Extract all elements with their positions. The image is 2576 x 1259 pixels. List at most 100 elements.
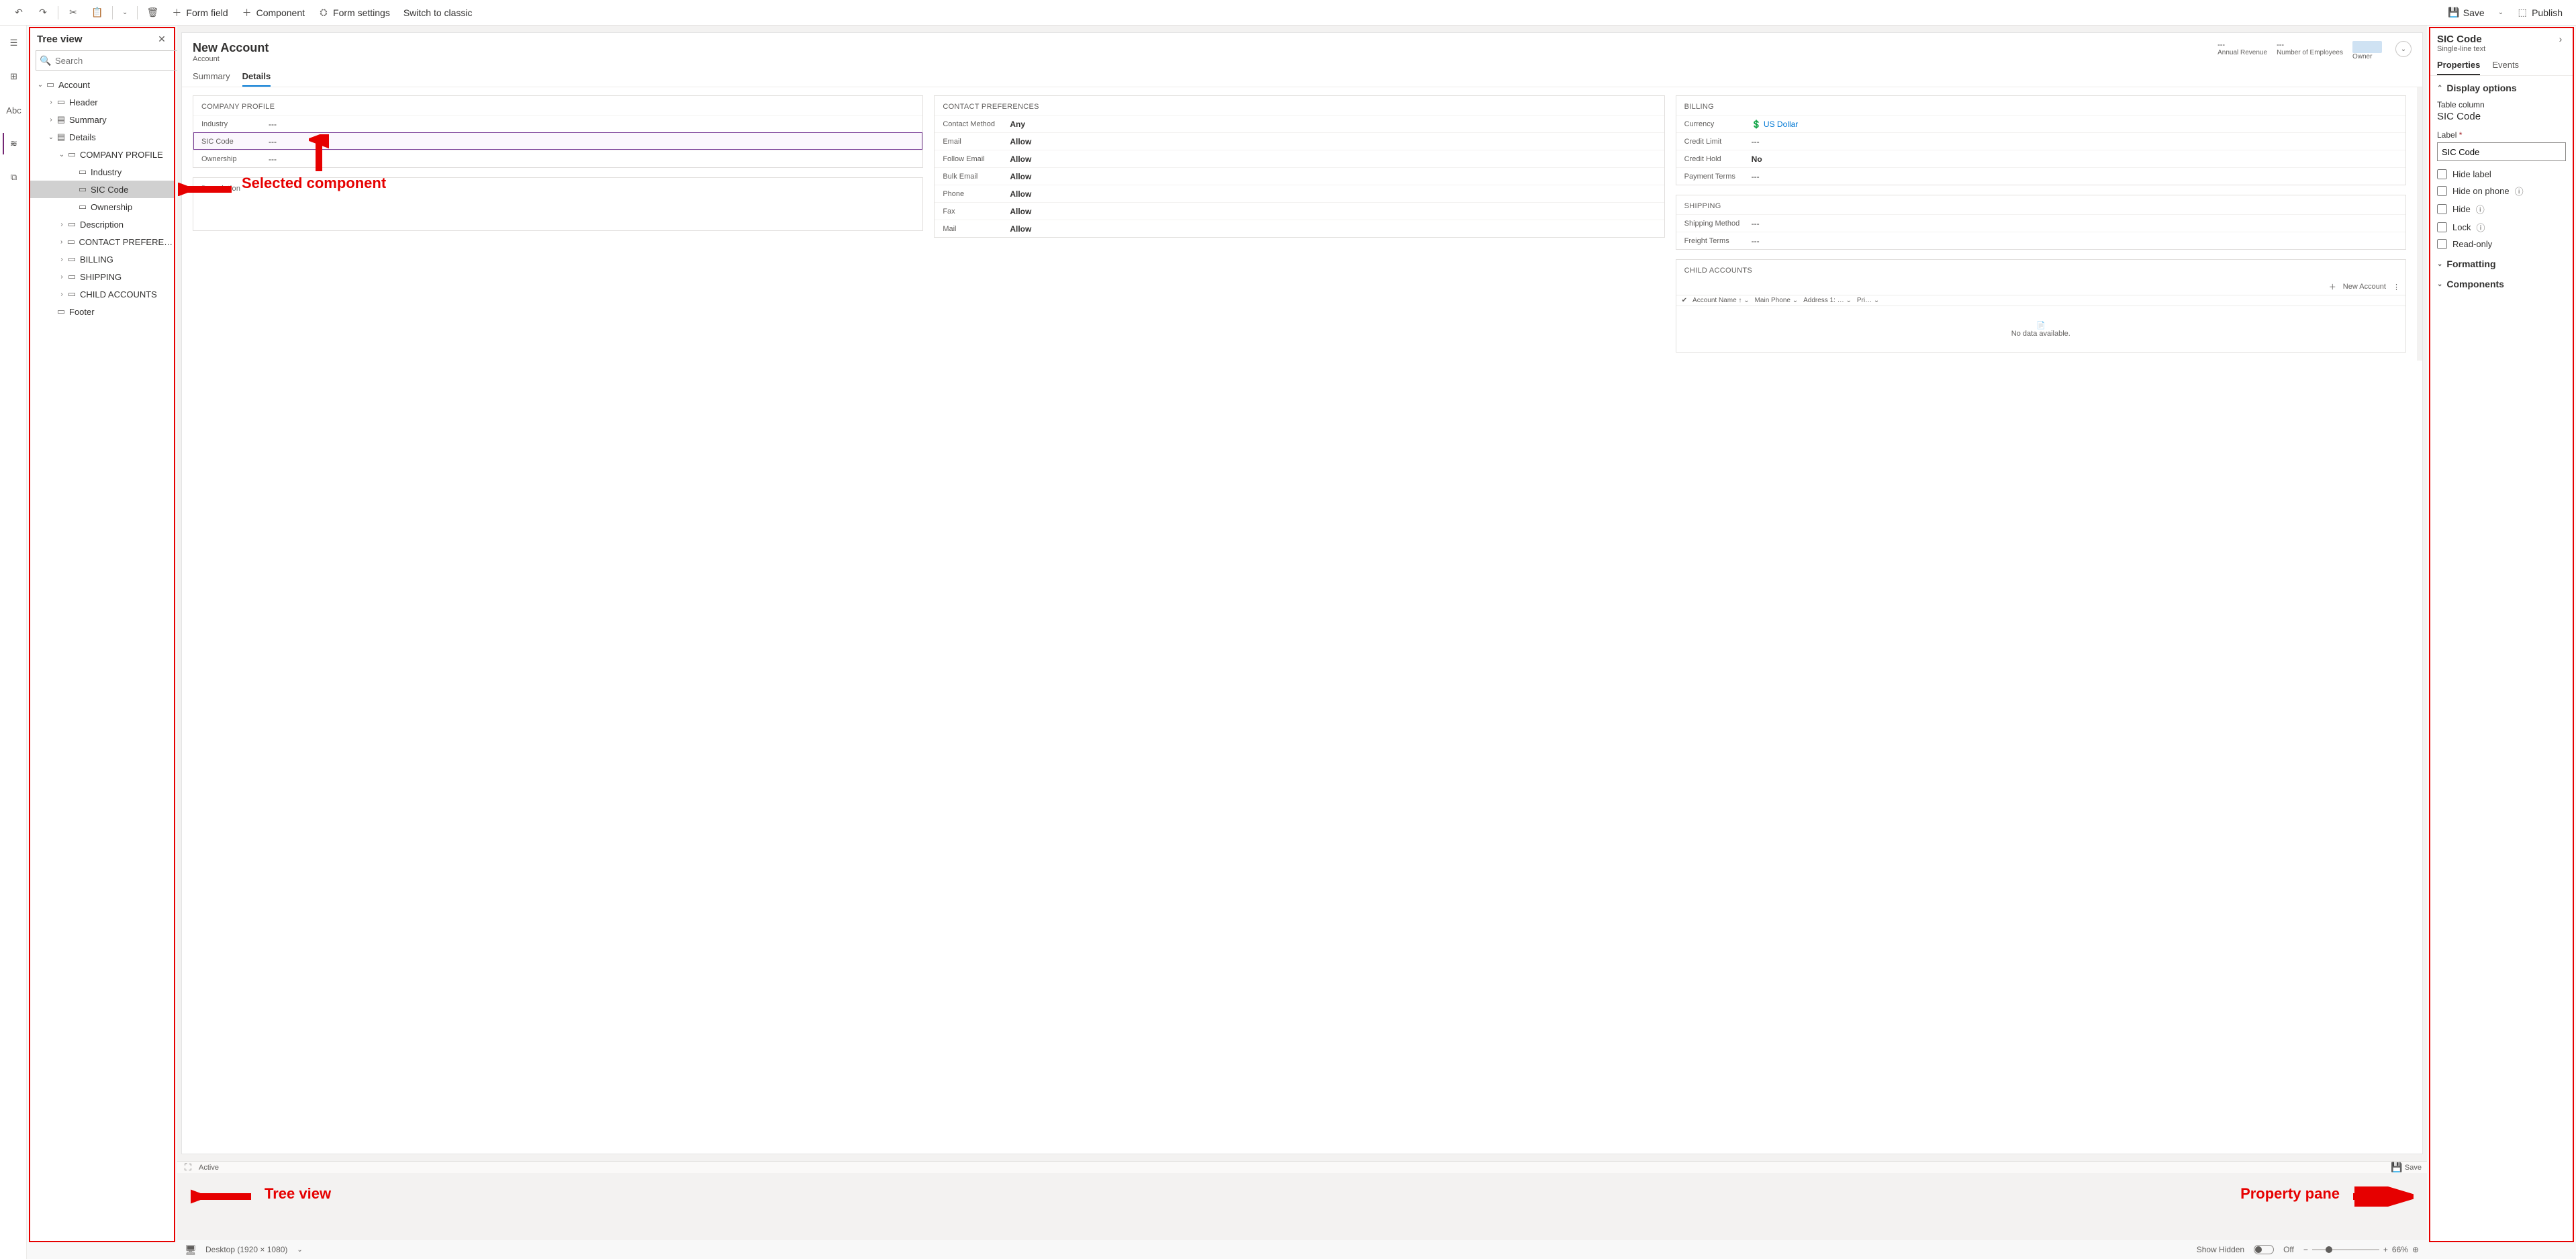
tree-item[interactable]: ›▭CHILD ACCOUNTS xyxy=(30,285,174,303)
column-header[interactable]: Address 1: … ⌄ xyxy=(1803,297,1852,304)
prop-checkbox-row[interactable]: Lockⓘ xyxy=(2430,218,2573,236)
info-icon[interactable]: ⓘ xyxy=(2476,221,2485,234)
tree-item[interactable]: ▭Industry xyxy=(30,163,174,181)
paste-button[interactable]: 📋 xyxy=(85,0,109,25)
section-billing[interactable]: BILLINGCurrency💲 US DollarCredit Limit--… xyxy=(1676,95,2406,185)
chevron-icon[interactable]: › xyxy=(57,238,66,246)
column-header[interactable]: Pri… ⌄ xyxy=(1857,297,1879,304)
tree-item[interactable]: ⌄▤Details xyxy=(30,128,174,146)
section-company-profile[interactable]: COMPANY PROFILEIndustry---SIC Code---Own… xyxy=(193,95,923,168)
section-display-options[interactable]: ⌃Display options xyxy=(2430,76,2573,96)
section-components[interactable]: ⌄Components xyxy=(2430,272,2573,292)
tree-search[interactable]: 🔍 xyxy=(36,50,178,71)
section-shipping[interactable]: SHIPPINGShipping Method---Freight Terms-… xyxy=(1676,195,2406,250)
chevron-icon[interactable]: › xyxy=(46,99,56,106)
chevron-icon[interactable]: ⌄ xyxy=(46,134,56,141)
publish-button[interactable]: ⬚Publish xyxy=(2510,0,2569,25)
paste-chevron[interactable]: ⌄ xyxy=(115,0,134,25)
cut-button[interactable]: ✂ xyxy=(61,0,85,25)
form-canvas[interactable]: New Account Account ---Annual Revenue---… xyxy=(181,32,2423,1154)
form-field[interactable]: Follow EmailAllow xyxy=(935,150,1664,167)
section-formatting[interactable]: ⌄Formatting xyxy=(2430,252,2573,272)
prop-checkbox-row[interactable]: Hide label xyxy=(2430,167,2573,182)
device-label[interactable]: Desktop (1920 × 1080) xyxy=(205,1245,287,1254)
save-button[interactable]: 💾Save xyxy=(2442,0,2491,25)
form-field[interactable]: Ownership--- xyxy=(193,150,922,167)
rail-other-icon[interactable]: ⧉ xyxy=(3,167,24,188)
section-contact-preferences[interactable]: CONTACT PREFERENCESContact MethodAnyEmai… xyxy=(934,95,1664,238)
chevron-icon[interactable]: › xyxy=(57,256,66,263)
form-tab[interactable]: Summary xyxy=(193,67,230,87)
zoom-out-button[interactable]: − xyxy=(2303,1245,2308,1254)
rail-hamburger[interactable]: ☰ xyxy=(3,32,24,54)
tree-item[interactable]: ›▭BILLING xyxy=(30,250,174,268)
tree-item[interactable]: ›▭CONTACT PREFEREN… xyxy=(30,233,174,250)
chevron-icon[interactable]: › xyxy=(57,273,66,281)
form-field[interactable]: Bulk EmailAllow xyxy=(935,167,1664,185)
tree-item[interactable]: ›▤Summary xyxy=(30,111,174,128)
label-input[interactable] xyxy=(2437,142,2566,161)
status-save[interactable]: Save xyxy=(2405,1164,2422,1172)
prop-tab[interactable]: Events xyxy=(2492,60,2519,75)
checkbox[interactable] xyxy=(2437,222,2447,232)
fit-icon[interactable]: ⊕ xyxy=(2412,1245,2419,1254)
form-settings-button[interactable]: ⛭Form settings xyxy=(312,0,397,25)
prop-checkbox-row[interactable]: Hide on phoneⓘ xyxy=(2430,182,2573,200)
section-child-accounts[interactable]: CHILD ACCOUNTS＋New Account⋮✔Account Name… xyxy=(1676,259,2406,353)
expand-icon[interactable]: › xyxy=(2555,34,2566,44)
form-field[interactable]: PhoneAllow xyxy=(935,185,1664,202)
chevron-icon[interactable]: › xyxy=(57,221,66,228)
form-field[interactable]: Industry--- xyxy=(193,115,922,132)
form-field[interactable]: Freight Terms--- xyxy=(1676,232,2405,249)
chevron-icon[interactable]: ⌄ xyxy=(36,81,45,89)
chevron-icon[interactable]: › xyxy=(57,291,66,298)
form-tab[interactable]: Details xyxy=(242,67,271,87)
expand-icon[interactable]: ⛶ xyxy=(183,1162,193,1173)
form-field[interactable]: EmailAllow xyxy=(935,132,1664,150)
canvas-scrollbar[interactable] xyxy=(2417,87,2422,361)
prop-checkbox-row[interactable]: Hideⓘ xyxy=(2430,200,2573,218)
zoom-control[interactable]: − + 66% ⊕ xyxy=(2303,1245,2419,1254)
form-field[interactable]: Credit Limit--- xyxy=(1676,132,2405,150)
tree-item[interactable]: ›▭Description xyxy=(30,216,174,233)
tree-item[interactable]: ▭Ownership xyxy=(30,198,174,216)
form-field[interactable]: Payment Terms--- xyxy=(1676,167,2405,185)
rail-components-icon[interactable]: ⊞ xyxy=(3,66,24,87)
form-field[interactable]: Currency💲 US Dollar xyxy=(1676,115,2405,132)
form-field[interactable]: MailAllow xyxy=(935,220,1664,237)
rail-fields-icon[interactable]: Abc xyxy=(3,99,24,121)
search-input[interactable] xyxy=(55,56,173,66)
tree-item[interactable]: ⌄▭Account xyxy=(30,76,174,93)
checkbox[interactable] xyxy=(2437,169,2447,179)
checkbox[interactable] xyxy=(2437,239,2447,249)
header-chevron[interactable]: ⌄ xyxy=(2395,41,2412,57)
more-icon[interactable]: ⋮ xyxy=(2393,283,2400,291)
tree-item[interactable]: ›▭Header xyxy=(30,93,174,111)
form-field[interactable]: Shipping Method--- xyxy=(1676,214,2405,232)
tree-item[interactable]: ⌄▭COMPANY PROFILE xyxy=(30,146,174,163)
info-icon[interactable]: ⓘ xyxy=(2515,185,2524,197)
close-icon[interactable]: ✕ xyxy=(156,34,167,45)
add-component-button[interactable]: ＋Component xyxy=(235,0,312,25)
switch-classic-button[interactable]: Switch to classic xyxy=(397,0,479,25)
zoom-in-button[interactable]: + xyxy=(2383,1245,2388,1254)
form-field[interactable]: SIC Code--- xyxy=(193,132,922,150)
section-description[interactable]: Description xyxy=(193,177,923,231)
plus-icon[interactable]: ＋ xyxy=(2329,281,2336,292)
chevron-down-icon[interactable]: ⌄ xyxy=(297,1246,302,1254)
prop-tab[interactable]: Properties xyxy=(2437,60,2480,75)
checkbox[interactable] xyxy=(2437,186,2447,196)
checkbox[interactable] xyxy=(2437,204,2447,214)
add-form-field-button[interactable]: ＋Form field xyxy=(164,0,234,25)
column-header[interactable]: Account Name ↑ ⌄ xyxy=(1692,297,1750,304)
chevron-icon[interactable]: › xyxy=(46,116,56,124)
tree-item[interactable]: ▭Footer xyxy=(30,303,174,320)
form-field[interactable]: FaxAllow xyxy=(935,202,1664,220)
show-hidden-toggle[interactable] xyxy=(2254,1245,2274,1254)
tree-item[interactable]: ›▭SHIPPING xyxy=(30,268,174,285)
new-account-button[interactable]: New Account xyxy=(2343,283,2386,291)
redo-button[interactable]: ↷ xyxy=(31,0,55,25)
chevron-icon[interactable]: ⌄ xyxy=(57,151,66,158)
tree-item[interactable]: ▭SIC Code xyxy=(30,181,174,198)
save-chevron[interactable]: ⌄ xyxy=(2491,0,2510,25)
